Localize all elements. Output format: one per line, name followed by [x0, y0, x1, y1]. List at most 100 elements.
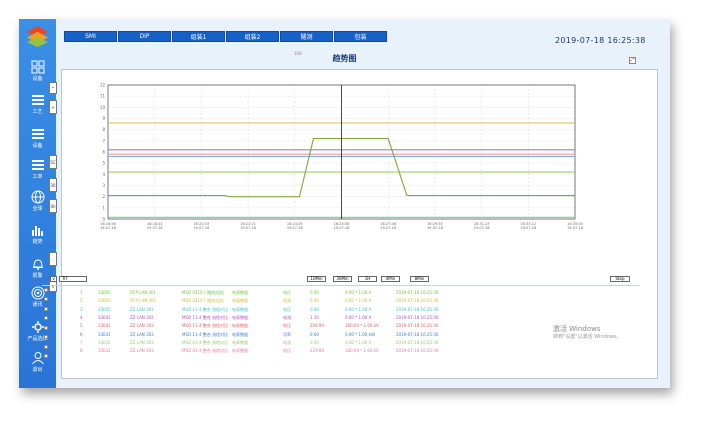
y-tick-label: 8 — [102, 127, 105, 132]
sidebar-item-label: 通讯 — [32, 302, 43, 308]
list-icon — [31, 129, 44, 139]
table-cell: MSO 0410 门槛电话机 — [182, 298, 224, 304]
table-cell: 33E41 — [98, 339, 111, 345]
table-cell: ZZ LAN 302 — [130, 314, 154, 320]
table-cell: MSO 01-4 整合 流程对比 — [182, 348, 229, 354]
globe-icon — [31, 190, 44, 204]
x-tick-date: 19-07-18 — [147, 226, 163, 230]
scroll-down-button[interactable]: v — [50, 276, 57, 282]
table-cell: 2019-07-18 16:25:36 — [396, 298, 439, 304]
table-cell: 电表数据 — [232, 298, 248, 304]
tab-1[interactable]: DIP — [118, 31, 171, 42]
checkbox[interactable] — [44, 335, 48, 340]
table-cell: 33E41 — [98, 314, 111, 320]
table-cell: 33E41 — [98, 331, 111, 337]
table-cell: 2019-07-18 16:25:36 — [396, 348, 439, 354]
table-cell: 电流 — [283, 314, 291, 320]
table-cell: 0.00 — [310, 306, 319, 312]
chart-side-button[interactable]: + — [49, 100, 57, 114]
table-cell: 4 — [80, 314, 83, 320]
checkbox[interactable] — [44, 297, 48, 302]
table-cell: MSO 11-4 整合 流程对比 — [182, 306, 229, 312]
y-tick-label: 10 — [100, 105, 106, 110]
x-tick-date: 19-07-18 — [240, 226, 256, 230]
checkbox[interactable] — [44, 306, 48, 311]
table-cell: ZZ LAN 303 — [130, 348, 154, 354]
list-icon — [31, 95, 44, 105]
chart-side-button[interactable]: ^ — [49, 82, 57, 94]
y-tick-label: 4 — [102, 172, 105, 177]
table-cell: 电表数据 — [232, 339, 248, 345]
checkbox[interactable] — [44, 316, 48, 321]
table-cell: 电表数据 — [232, 306, 248, 312]
checkbox[interactable] — [44, 353, 48, 358]
zoom-button[interactable]: 30Min — [333, 276, 352, 282]
app-logo — [26, 25, 49, 48]
zoom-button[interactable]: 8Min — [410, 276, 429, 282]
table-cell: OFP LAN 301 — [130, 290, 157, 295]
table-cell: 33E05 — [98, 306, 111, 312]
legend-top-label: 100 — [294, 51, 302, 56]
table-cell: 0.00 * 1.00 A — [345, 290, 372, 295]
tab-5[interactable]: 包装 — [334, 31, 387, 42]
table-cell: 2019-07-18 16:25:36 — [396, 306, 439, 312]
x-tick-date: 19-07-18 — [193, 226, 209, 230]
trend-chart: 121110987654321016:16:5619-07-1816:18:44… — [100, 83, 583, 231]
bar-chart-icon — [31, 226, 43, 236]
tab-3[interactable]: 组装2 — [226, 31, 279, 42]
trend-type-button[interactable]: TrT — [59, 276, 87, 282]
table-cell: 电表数据 — [232, 290, 248, 295]
bell-icon — [32, 259, 43, 270]
tab-4[interactable]: 隧测 — [280, 31, 333, 42]
table-cell: 1.10 — [310, 314, 319, 320]
sidebar-item-5[interactable]: 趋势 — [19, 222, 56, 254]
table-cell: 电压 — [283, 306, 291, 312]
table-cell: 0.00 * 1.00 A — [345, 339, 372, 345]
chart-side-button[interactable]: - — [49, 252, 57, 266]
table-cell: 7 — [80, 339, 83, 345]
expand-button[interactable]: ⤢ — [629, 57, 636, 64]
windows-watermark-hint: 转到"设置"以激活 Windows。 — [553, 334, 622, 340]
table-cell: 228.90 — [310, 323, 324, 329]
sidebar-item-label: 全球 — [32, 206, 43, 212]
tab-0[interactable]: SMI — [64, 31, 117, 42]
checkbox[interactable] — [44, 288, 48, 292]
y-tick-label: 6 — [102, 150, 105, 155]
table-cell: 2019-07-18 16:25:36 — [396, 290, 439, 295]
x-tick-date: 19-07-18 — [380, 226, 396, 230]
table-cell: 6 — [80, 331, 83, 337]
table-cell: 电压 — [283, 323, 291, 329]
table-cell: 0.00 — [310, 331, 319, 337]
table-cell: 0.00 * 1.00 kW — [345, 331, 375, 337]
chart-side-button[interactable]: 5C — [49, 155, 57, 169]
y-tick-label: 2 — [102, 194, 105, 199]
zoom-button[interactable]: 4Min — [381, 276, 400, 282]
checkbox[interactable] — [44, 344, 48, 349]
table-cell: 0.00 * 1.00 A — [345, 314, 372, 320]
table-cell: ZZ LAN 303 — [130, 339, 154, 345]
y-tick-label: 5 — [102, 161, 105, 166]
y-tick-label: 1 — [102, 205, 105, 210]
tab-2[interactable]: 组装1 — [172, 31, 225, 42]
table-cell: ZZ LAN 303 — [130, 331, 154, 337]
zoom-button[interactable]: 10Min — [307, 276, 326, 282]
x-tick-date: 19-07-18 — [427, 226, 443, 230]
table-cell: MSO 11-4 整合 流程对比 — [182, 314, 229, 320]
table-cell: 180.00 * 1.00 kV — [345, 323, 379, 329]
checkbox[interactable] — [44, 325, 48, 330]
stop-button[interactable]: Stop — [610, 276, 630, 282]
y-tick-label: 11 — [100, 94, 106, 99]
sidebar-item-2[interactable]: 设备 — [19, 126, 56, 158]
chart-side-button[interactable]: Sh — [49, 199, 57, 213]
table-cell: 电压 — [283, 348, 291, 354]
table-cell: 电表数据 — [232, 331, 248, 337]
x-tick-date: 19-07-18 — [567, 226, 583, 230]
table-cell: 电表数据 — [232, 323, 248, 329]
sidebar-item-label: 趋势 — [32, 239, 43, 245]
table-cell: 电压 — [283, 290, 291, 295]
chart-side-button[interactable]: 30 — [49, 178, 57, 192]
y-tick-label: 7 — [102, 138, 105, 143]
y-tick-label: 9 — [102, 116, 105, 121]
zoom-button[interactable]: 1H — [358, 276, 377, 282]
list-icon — [31, 160, 44, 170]
